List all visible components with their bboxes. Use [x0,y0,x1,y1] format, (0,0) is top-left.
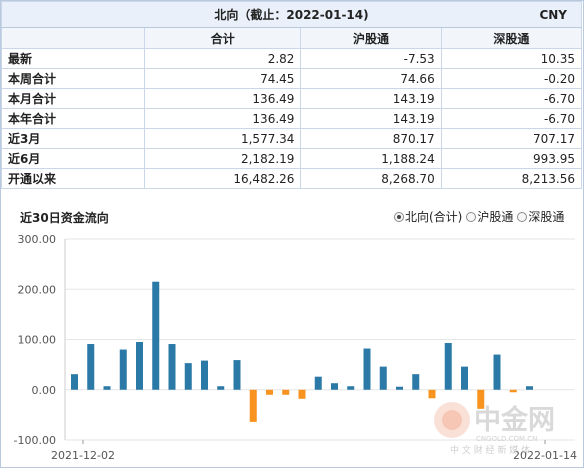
bar [509,389,517,393]
bar [331,383,338,390]
cell-total: 136.49 [143,108,302,129]
cell-shanghai: 143.19 [300,108,442,129]
bar [282,389,290,395]
cell-shenzhen: -0.20 [440,68,583,89]
table-title-row: 北向（截止：2022-01-14) CNY [1,1,582,28]
bar [493,354,501,390]
bar [233,360,241,390]
table-header-row: 合计 沪股通 深股通 [1,27,583,49]
row-label: 本月合计 [1,88,145,109]
bar [461,366,468,390]
y-tick-label: 200.00 [18,283,57,296]
radio-unselected-icon[interactable] [517,211,528,222]
watermark-domain: CNGOLD.COM.CN [476,435,537,443]
row-label: 本周合计 [1,68,145,89]
watermark-logo-inner-icon [442,410,462,430]
series-selector: 北向(合计) 沪股通 深股通 [394,208,566,225]
bar [379,366,387,390]
column-header-shenzhen: 深股通 [440,27,583,49]
cell-total: 136.49 [143,88,302,109]
row-label: 开通以来 [1,168,145,189]
bar [396,386,403,390]
bar [249,389,257,422]
bar [314,376,322,390]
cell-total: 1,577.34 [143,128,302,149]
table-row: 开通以来 16,482.26 8,268.70 8,213.56 [1,168,583,189]
cell-total: 2.82 [143,48,302,69]
cell-shenzhen: -6.70 [440,88,583,109]
currency-label: CNY [539,8,567,22]
bar [217,386,225,390]
cell-shenzhen: 10.35 [440,48,583,69]
column-header-total: 合计 [143,27,302,49]
cell-shenzhen: 8,213.56 [440,168,583,189]
bar [298,389,306,399]
radio-selected-icon[interactable] [394,211,404,222]
bar [444,343,452,390]
cell-shenzhen: 993.95 [440,148,583,169]
cell-total: 16,482.26 [143,168,302,189]
cell-total: 74.45 [143,68,302,89]
table-row: 最新 2.82 -7.53 10.35 [1,48,583,69]
bar [87,344,95,390]
y-tick-label: 100.00 [18,334,57,347]
watermark-slogan: 中 文 财 经 新 媒 体 [450,444,530,456]
chart-title: 近30日资金流向 [20,211,109,225]
bar [103,386,111,390]
bar [184,363,192,390]
table-row: 近6月 2,182.19 1,188.24 993.95 [1,148,583,169]
cell-total: 2,182.19 [143,148,302,169]
radio-unselected-icon[interactable] [466,211,477,222]
bar [119,349,127,390]
table-row: 本年合计 136.49 143.19 -6.70 [1,108,583,129]
bar [152,281,160,390]
table-row: 本周合计 74.45 74.66 -0.20 [1,68,583,89]
x-start-label: 2021-12-02 [51,449,115,462]
header-empty-cell [1,27,145,49]
cell-shanghai: 74.66 [300,68,442,89]
bar [168,344,176,390]
row-label: 近3月 [1,128,145,149]
bar [363,348,371,390]
table-row: 近3月 1,577.34 870.17 707.17 [1,128,583,149]
northbound-flow-table: 北向（截止：2022-01-14) CNY 合计 沪股通 深股通 最新 2.82… [1,1,583,189]
y-tick-label: -100.00 [14,434,56,447]
y-tick-label: 300.00 [18,233,57,246]
watermark-brand: 中金网 [474,404,555,436]
table-title-cell: 北向（截止：2022-01-14) CNY [1,1,582,28]
cell-shanghai: 1,188.24 [300,148,442,169]
row-label: 近6月 [1,148,145,169]
cell-shanghai: 870.17 [300,128,442,149]
table-title: 北向（截止：2022-01-14) [214,8,369,22]
row-label: 最新 [1,48,145,69]
bar [136,342,143,390]
radio-label-shenzhen: 深股通 [528,210,565,224]
bar [266,389,273,395]
bar [412,374,420,390]
radio-label-total: 北向(合计) [405,210,463,224]
row-label: 本年合计 [1,108,145,129]
cell-shanghai: -7.53 [300,48,442,69]
bar [526,386,533,390]
radio-option-total[interactable]: 北向(合计) [394,208,462,225]
radio-option-shanghai[interactable]: 沪股通 [466,208,513,225]
column-header-shanghai: 沪股通 [300,27,442,49]
cell-shenzhen: -6.70 [440,108,583,129]
cell-shenzhen: 707.17 [440,128,583,149]
table-row: 本月合计 136.49 143.19 -6.70 [1,88,583,109]
radio-label-shanghai: 沪股通 [477,210,514,224]
bar [347,386,355,390]
radio-option-shenzhen[interactable]: 深股通 [517,208,564,225]
cell-shanghai: 143.19 [300,88,442,109]
cngold-watermark: 中金网 CNGOLD.COM.CN 中 文 财 经 新 媒 体 [434,402,555,456]
bar [71,374,78,390]
cell-shanghai: 8,268.70 [300,168,442,189]
bar [201,360,208,390]
y-tick-label: 0.00 [32,384,57,397]
